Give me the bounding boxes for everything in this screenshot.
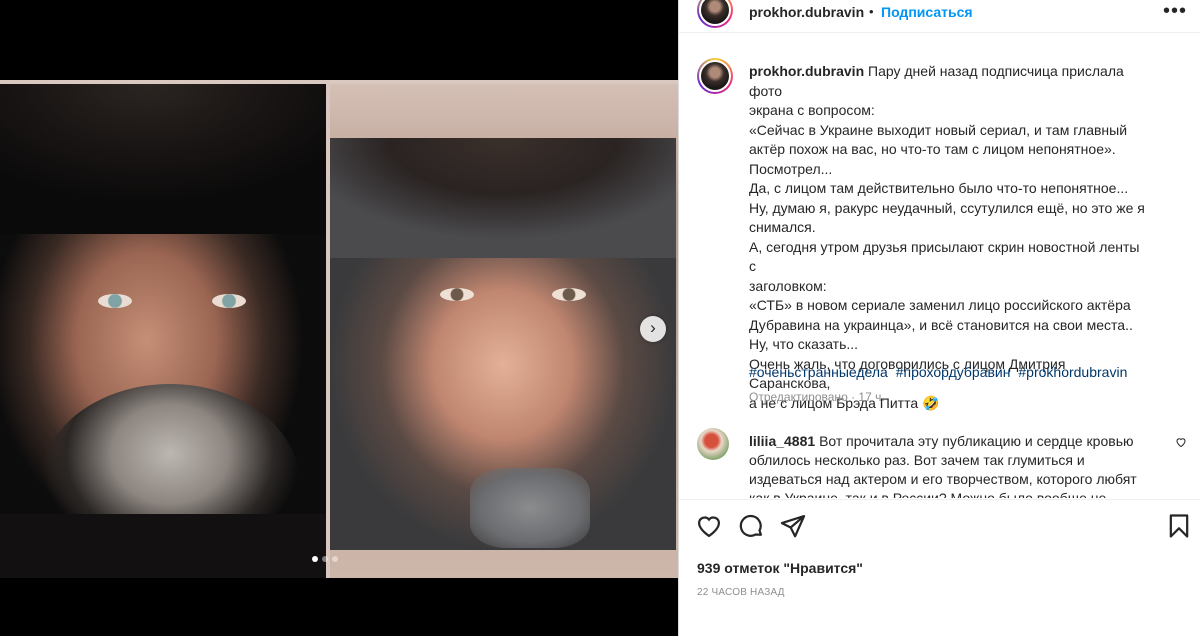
post-side-panel: prokhor.dubravin • Подписаться ••• prokh… bbox=[678, 0, 1200, 636]
hashtag-link[interactable]: #prokhordubravin bbox=[1018, 364, 1127, 380]
caption-line: Да, с лицом там действительно было что-т… bbox=[749, 180, 1129, 196]
likes-count[interactable]: 939 отметок "Нравится" bbox=[697, 560, 863, 576]
caption-line: экрана с вопросом: bbox=[749, 102, 875, 118]
heart-icon[interactable] bbox=[695, 512, 725, 542]
carousel-dot bbox=[312, 556, 318, 562]
comment-icon[interactable] bbox=[737, 512, 767, 542]
share-icon[interactable] bbox=[779, 512, 809, 542]
hashtag-link[interactable]: #прохордубравин bbox=[896, 364, 1011, 380]
caption-line: Ну, думаю я, ракурс неудачный, ссутулилс… bbox=[749, 199, 1145, 216]
comment-username[interactable]: liliia_4881 bbox=[749, 433, 815, 449]
carousel-dots bbox=[312, 556, 338, 562]
caption-line: заголовком: bbox=[749, 277, 827, 294]
chevron-right-icon[interactable]: › bbox=[640, 316, 666, 342]
carousel-dot bbox=[322, 556, 328, 562]
caption-line: А, сегодня утром друзья присылают скрин … bbox=[749, 238, 1140, 275]
caption-line: «Сейчас в Украине выходит новый сериал, … bbox=[749, 121, 1128, 138]
caption-username[interactable]: prokhor.dubravin bbox=[749, 63, 864, 79]
actor-photo-left bbox=[0, 84, 326, 578]
post-header: prokhor.dubravin • Подписаться ••• bbox=[679, 0, 1200, 28]
more-icon[interactable]: ••• bbox=[1163, 0, 1187, 23]
comment-item: liliia_4881 Вот прочитала эту публикацию… bbox=[697, 428, 1187, 498]
avatar[interactable] bbox=[697, 0, 733, 28]
comment-like-icon[interactable] bbox=[1175, 436, 1187, 451]
comment-text-block: liliia_4881 Вот прочитала эту публикацию… bbox=[749, 432, 1149, 498]
hashtags: #оченьстранныедела #прохордубравин #prok… bbox=[749, 364, 1131, 380]
caption-line: Дубравина на украинца», и всё становится… bbox=[749, 316, 1133, 333]
caption-line: актёр похож на вас, но что-то там с лицо… bbox=[749, 141, 1116, 157]
edited-label: Отредактировано · 17 ч. bbox=[749, 390, 885, 404]
post-media: › bbox=[0, 0, 678, 636]
action-bar bbox=[679, 512, 1200, 548]
header-username[interactable]: prokhor.dubravin bbox=[749, 4, 864, 20]
header-separator: • bbox=[869, 4, 874, 19]
comment-avatar[interactable] bbox=[697, 428, 729, 460]
actions-divider bbox=[679, 499, 1200, 500]
caption-avatar[interactable] bbox=[697, 58, 733, 94]
hashtag-link[interactable]: #оченьстранныедела bbox=[749, 364, 888, 380]
follow-button[interactable]: Подписаться bbox=[881, 4, 973, 20]
actor-photo-right bbox=[330, 84, 678, 578]
photo-collage bbox=[0, 80, 678, 578]
bookmark-icon[interactable] bbox=[1165, 512, 1195, 542]
post-timestamp[interactable]: 22 ЧАСОВ НАЗАД bbox=[697, 587, 785, 598]
header-divider bbox=[679, 32, 1200, 33]
post-caption: prokhor.dubravin Пару дней назад подписч… bbox=[749, 62, 1149, 413]
caption-line: «СТБ» в новом сериале заменил лицо росси… bbox=[749, 297, 1131, 313]
caption-line: Посмотрел... bbox=[749, 160, 833, 177]
carousel-dot bbox=[332, 556, 338, 562]
caption-line: Ну, что сказать... bbox=[749, 336, 859, 352]
caption-line: снимался. bbox=[749, 219, 816, 235]
